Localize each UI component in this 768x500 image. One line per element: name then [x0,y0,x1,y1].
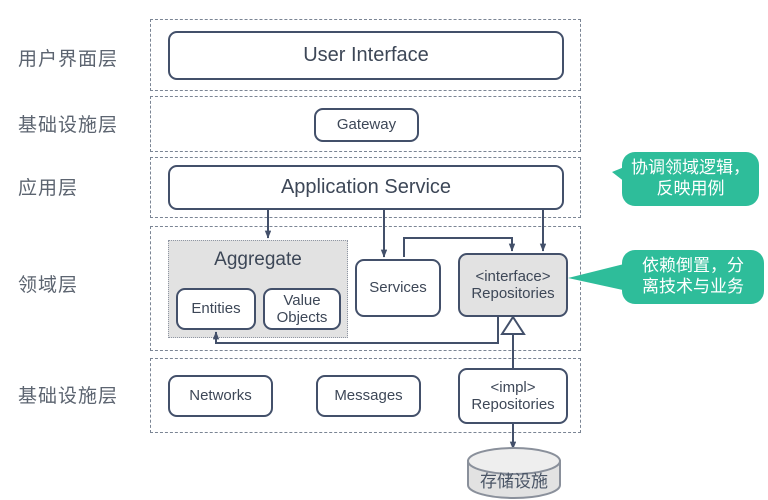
node-services[interactable]: Services [355,259,441,317]
group-aggregate-title: Aggregate [214,249,302,270]
layer-label-ui: 用户界面层 [18,48,119,70]
layer-label-infrastructure-top: 基础设施层 [18,114,119,136]
architecture-diagram: 用户界面层 基础设施层 应用层 领域层 基础设施层 User Interface… [0,0,768,500]
node-application-service[interactable]: Application Service [168,165,564,210]
callout-repositories: 依赖倒置，分 离技术与业务 [622,250,764,304]
node-entities[interactable]: Entities [176,288,256,330]
node-impl-repositories[interactable]: <impl> Repositories [458,368,568,424]
label-storage: 存储设施 [480,472,548,492]
layer-label-infrastructure-bottom: 基础设施层 [18,385,119,407]
node-value-objects[interactable]: Value Objects [263,288,341,330]
node-gateway[interactable]: Gateway [314,108,419,142]
layer-label-application: 应用层 [18,177,79,199]
node-messages[interactable]: Messages [316,375,421,417]
layer-label-domain: 领域层 [18,274,79,296]
callout-application-service: 协调领域逻辑， 反映用例 [622,152,759,206]
node-networks[interactable]: Networks [168,375,273,417]
node-user-interface[interactable]: User Interface [168,31,564,80]
node-interface-repositories[interactable]: <interface> Repositories [458,253,568,317]
